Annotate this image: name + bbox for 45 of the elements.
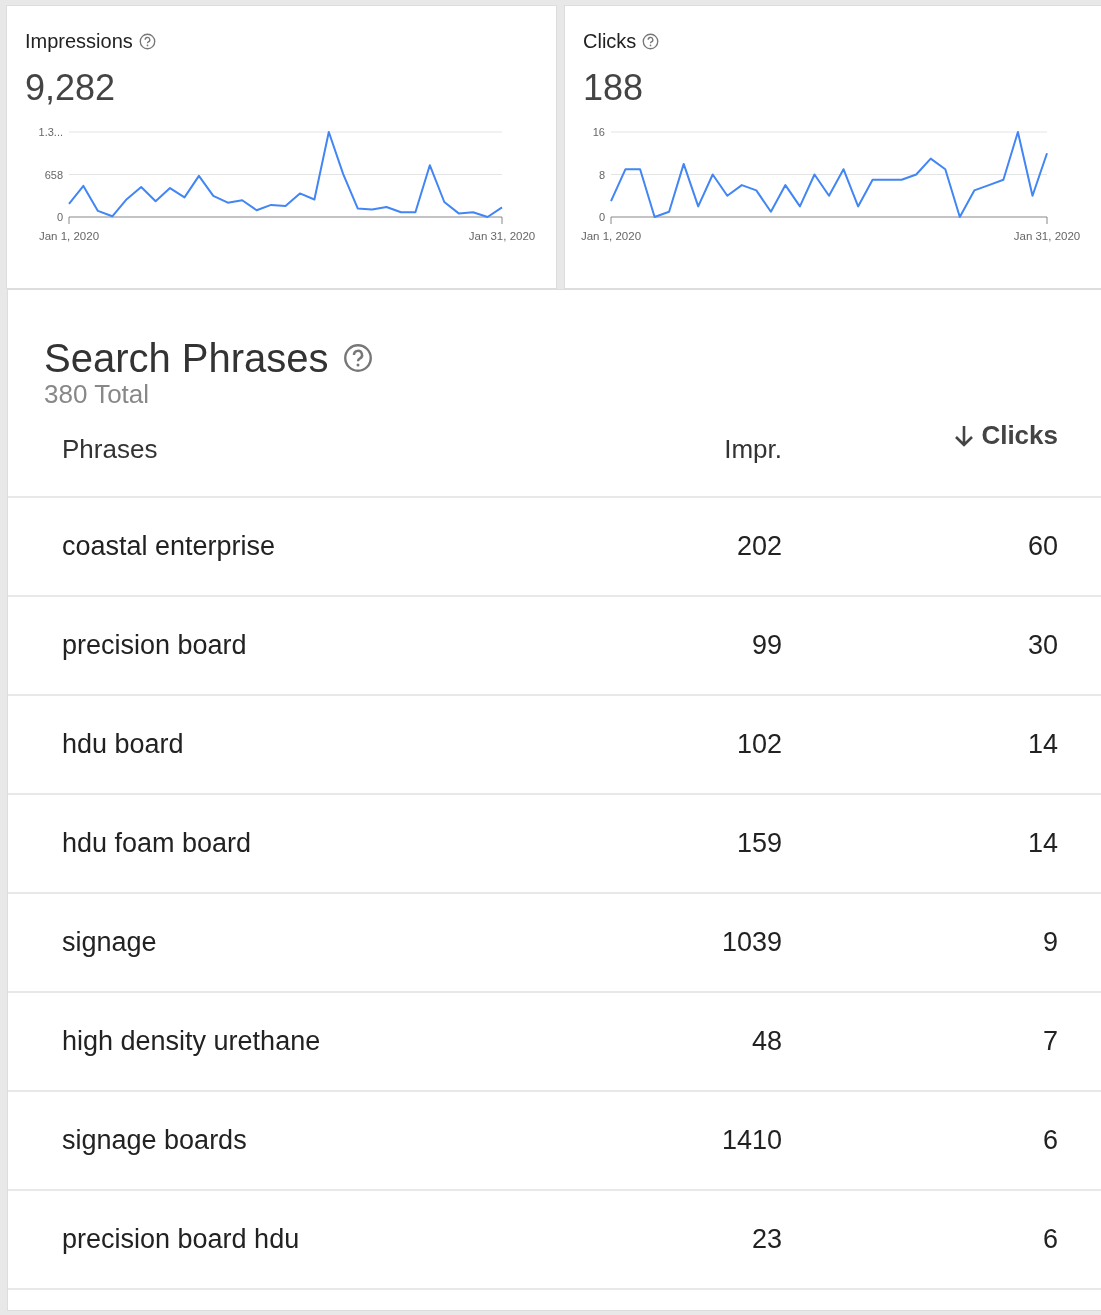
phrase-cell: precision board hdu — [62, 1224, 300, 1255]
number-cell: 60 — [1027, 531, 1058, 562]
number-cell: 23 — [751, 1224, 782, 1255]
number-cell: 6 — [1042, 1224, 1058, 1255]
axis-label: 1.3... — [38, 126, 63, 138]
number-cell: 14 — [1027, 729, 1058, 760]
arrow-down-icon — [953, 423, 976, 448]
number-cell: 7 — [1042, 1026, 1058, 1057]
phrase-cell: hdu board — [62, 729, 184, 760]
number-cell: 48 — [751, 1026, 782, 1057]
column-header[interactable]: Phrases — [62, 434, 528, 465]
axis-label: 16 — [592, 126, 605, 138]
number-cell: 6 — [1042, 1125, 1058, 1156]
axis-label: 8 — [598, 168, 605, 181]
number-cell: 1410 — [721, 1125, 782, 1156]
number-cell: 30 — [1027, 630, 1058, 661]
axis-label: 658 — [44, 168, 63, 181]
metric-value: 9,282 — [25, 68, 116, 108]
phrase-cell: hdu foam board — [62, 828, 252, 859]
number-cell: 1039 — [721, 927, 782, 958]
axis-label: Jan 31, 2020 — [468, 230, 536, 242]
number-cell: 102 — [736, 729, 782, 760]
help-icon[interactable] — [642, 32, 660, 50]
axis-label: Jan 1, 2020 — [580, 230, 642, 242]
number-cell: 202 — [736, 531, 782, 562]
phrase-cell: high density urethane — [62, 1026, 321, 1057]
number-cell: 9 — [1042, 927, 1058, 958]
number-cell: 99 — [751, 630, 782, 661]
phrase-cell: signage boards — [62, 1125, 247, 1156]
phrase-cell: signage — [62, 927, 157, 958]
axis-label: Jan 1, 2020 — [38, 230, 100, 242]
card-title: Clicks — [583, 29, 637, 53]
axis-label: 0 — [56, 211, 63, 223]
column-header[interactable]: Impr. — [724, 434, 782, 465]
phrase-cell: coastal enterprise — [62, 531, 276, 562]
metric-value: 188 — [583, 68, 644, 108]
axis-label: 0 — [598, 211, 605, 223]
phrase-cell: precision board — [62, 630, 247, 661]
column-header[interactable]: Clicks — [953, 420, 1058, 451]
help-icon[interactable] — [342, 343, 373, 373]
card-title: Impressions — [25, 29, 133, 53]
number-cell: 14 — [1027, 828, 1058, 859]
axis-label: Jan 31, 2020 — [1013, 230, 1081, 242]
help-icon[interactable] — [138, 32, 156, 50]
number-cell: 159 — [736, 828, 782, 859]
